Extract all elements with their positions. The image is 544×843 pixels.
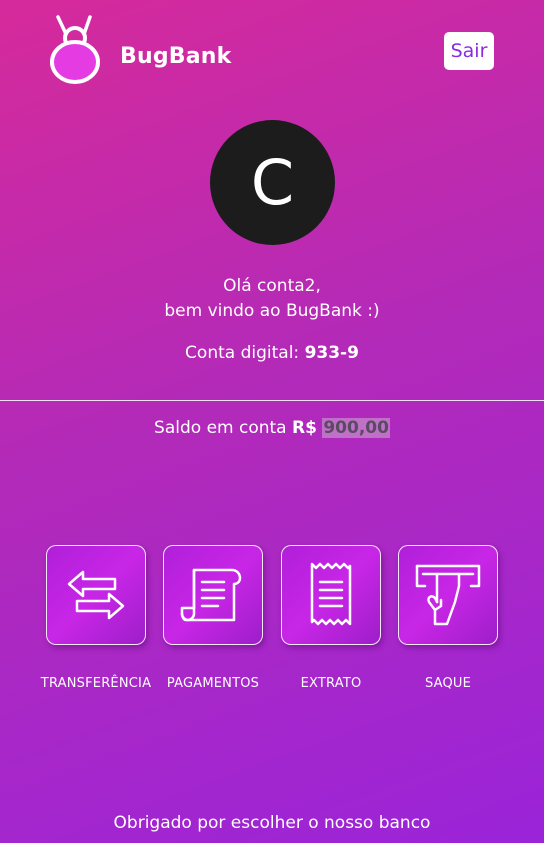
atm-withdraw-icon <box>415 564 481 626</box>
account-label: Conta digital: <box>185 343 300 363</box>
avatar: C <box>210 120 335 245</box>
statement-label: EXTRATO <box>300 676 362 691</box>
payment-scroll-icon <box>180 568 242 622</box>
header: BugBank Sair <box>0 0 544 100</box>
brand-name: BugBank <box>120 44 232 69</box>
balance-currency: R$ <box>292 418 317 438</box>
account-info: Conta digital: 933-9 <box>0 343 544 363</box>
balance-amount: 900,00 <box>322 418 390 438</box>
payments-button[interactable] <box>163 545 263 645</box>
balance-info: Saldo em conta R$ 900,00 <box>0 418 544 438</box>
balance-label: Saldo em conta <box>154 418 287 438</box>
bug-logo-icon[interactable] <box>48 14 102 84</box>
withdraw-label: SAQUE <box>424 676 472 691</box>
transfer-label: TRANSFERÊNCIA <box>40 676 152 691</box>
divider <box>0 400 544 401</box>
withdraw-button[interactable] <box>398 545 498 645</box>
statement-button[interactable] <box>281 545 381 645</box>
logout-button[interactable]: Sair <box>444 32 494 70</box>
transfer-arrows-icon <box>67 570 125 620</box>
account-number: 933-9 <box>304 343 359 363</box>
receipt-icon <box>310 562 352 626</box>
transfer-button[interactable] <box>46 545 146 645</box>
welcome-line: bem vindo ao BugBank :) <box>164 301 380 321</box>
greeting-line: Olá conta2, <box>223 276 321 296</box>
payments-label: PAGAMENTOS <box>166 676 260 691</box>
footer-message: Obrigado por escolher o nosso banco <box>113 813 431 833</box>
